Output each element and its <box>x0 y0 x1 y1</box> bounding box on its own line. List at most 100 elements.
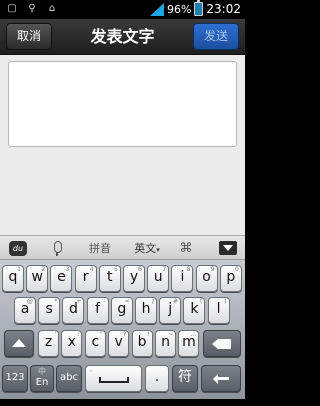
key-j[interactable]: # j <box>159 297 182 324</box>
key-m[interactable]: … m <box>178 330 200 357</box>
microphone-icon[interactable] <box>52 241 62 256</box>
key-label: u <box>153 269 163 285</box>
keyboard: 1q2w3e4r5t6y7u8i9o0p @ a * s + d - f = g / h # j(k) l … <box>0 260 245 399</box>
key-label: o <box>202 269 211 285</box>
key-b[interactable]: ! b <box>131 330 153 357</box>
usb-icon: ⚲ <box>28 3 36 14</box>
key-hint: 6 <box>138 266 142 273</box>
shift-arrow-icon <box>12 339 26 347</box>
key-i[interactable]: 8i <box>171 265 194 292</box>
key-hint: 0 <box>234 266 239 273</box>
key-hint: # <box>173 298 179 305</box>
key-hint: ) <box>224 298 227 305</box>
key-w[interactable]: 2w <box>26 265 49 292</box>
key-n[interactable]: ~ n <box>155 330 176 357</box>
key-label: b <box>137 334 147 350</box>
key-e[interactable]: 3e <box>50 265 73 292</box>
key-hint: 7 <box>162 266 167 273</box>
symbol-key[interactable]: 符 <box>172 365 198 392</box>
send-button[interactable]: 发送 <box>193 23 239 50</box>
key-hint: / <box>151 298 154 305</box>
key-label: j <box>168 301 173 317</box>
key-u[interactable]: 7u <box>147 265 170 292</box>
key-z[interactable]: ' z <box>38 330 59 357</box>
title-bar: 取消 发表文字 发送 <box>0 19 245 55</box>
space-key[interactable]: , <box>85 365 142 392</box>
key-hint: 8 <box>186 266 191 273</box>
key-hint: 5 <box>113 266 118 273</box>
key-label: s <box>45 301 53 317</box>
signal-icon <box>149 2 164 16</box>
key-label: e <box>57 269 66 285</box>
english-mode-label: 英文 <box>134 242 157 255</box>
battery-icon <box>194 0 204 16</box>
key-label: p <box>226 269 236 285</box>
key-l[interactable]: ) l <box>207 297 230 324</box>
key-y[interactable]: 6y <box>123 265 145 292</box>
comma-hint: , <box>90 366 92 373</box>
key-v[interactable]: ? v <box>108 330 130 357</box>
ime-toolbar: du 拼音 英文▾ ⌘ <box>0 235 245 260</box>
key-hint: + <box>76 298 82 305</box>
english-mode[interactable]: 英文▾ <box>130 236 164 261</box>
cancel-button[interactable]: 取消 <box>6 23 52 50</box>
nav-bar <box>0 399 245 406</box>
key-t[interactable]: 5t <box>98 265 121 292</box>
key-hint: ( <box>200 298 203 305</box>
lang-switch-key[interactable]: 中 En <box>30 365 54 392</box>
delete-key[interactable] <box>203 330 241 357</box>
key-hint: ' <box>54 331 56 338</box>
hide-keyboard-icon[interactable] <box>219 241 237 255</box>
key-hint: 4 <box>89 266 94 273</box>
key-r[interactable]: 4r <box>74 265 97 292</box>
lang-switch-bottom: En <box>35 377 49 388</box>
key-hint: : <box>77 331 80 338</box>
baidu-ime-logo[interactable]: du <box>9 241 27 256</box>
key-c[interactable]: " c <box>84 330 106 357</box>
clock: 23:02 <box>206 2 241 16</box>
key-hint: 3 <box>65 266 70 273</box>
key-hint: = <box>124 298 130 305</box>
chevron-down-icon: ▾ <box>156 246 160 254</box>
key-k[interactable]: (k <box>183 297 206 324</box>
key-label: y <box>129 269 139 285</box>
lang-switch-top: 中 <box>38 367 46 376</box>
key-x[interactable]: :x <box>61 330 83 357</box>
pinyin-mode[interactable]: 拼音 <box>84 236 116 261</box>
key-g[interactable]: = g <box>110 297 133 324</box>
key-hint: " <box>100 331 103 338</box>
enter-key[interactable] <box>201 365 241 392</box>
key-p[interactable]: 0p <box>219 265 242 292</box>
key-label: l <box>216 301 221 317</box>
key-hint: … <box>190 331 197 338</box>
key-hint: - <box>103 298 106 305</box>
space-icon <box>98 377 129 383</box>
key-label: c <box>91 334 100 350</box>
key-label: k <box>190 301 199 317</box>
key-label: t <box>107 269 113 285</box>
key-o[interactable]: 9o <box>195 265 218 292</box>
key-label: q <box>8 269 18 285</box>
key-q[interactable]: 1q <box>2 265 24 292</box>
key-label: r <box>82 269 89 285</box>
key-a[interactable]: @ a <box>14 297 36 324</box>
shift-key[interactable] <box>4 330 34 357</box>
key-d[interactable]: + d <box>62 297 85 324</box>
symbol-panel-icon[interactable]: ⌘ <box>174 236 198 261</box>
key-h[interactable]: / h <box>135 297 157 324</box>
backspace-icon <box>212 339 232 349</box>
android-debug-icon: ⌂ <box>48 3 56 14</box>
key-hint: ~ <box>167 331 173 338</box>
key-label: x <box>67 334 77 350</box>
key-f[interactable]: -f <box>86 297 109 324</box>
abc-key[interactable]: abc <box>56 365 82 392</box>
key-s[interactable]: * s <box>38 297 61 324</box>
numbers-key[interactable]: 123 <box>2 365 28 392</box>
key-label: z <box>44 334 53 350</box>
status-bar: ▢ ⚲ ⌂ 96% 23:02 <box>0 0 245 19</box>
key-hint: @ <box>27 298 33 305</box>
post-text-input[interactable] <box>8 61 237 147</box>
key-hint: ? <box>123 331 127 338</box>
period-key[interactable]: . <box>145 365 169 392</box>
enter-icon <box>213 374 229 384</box>
